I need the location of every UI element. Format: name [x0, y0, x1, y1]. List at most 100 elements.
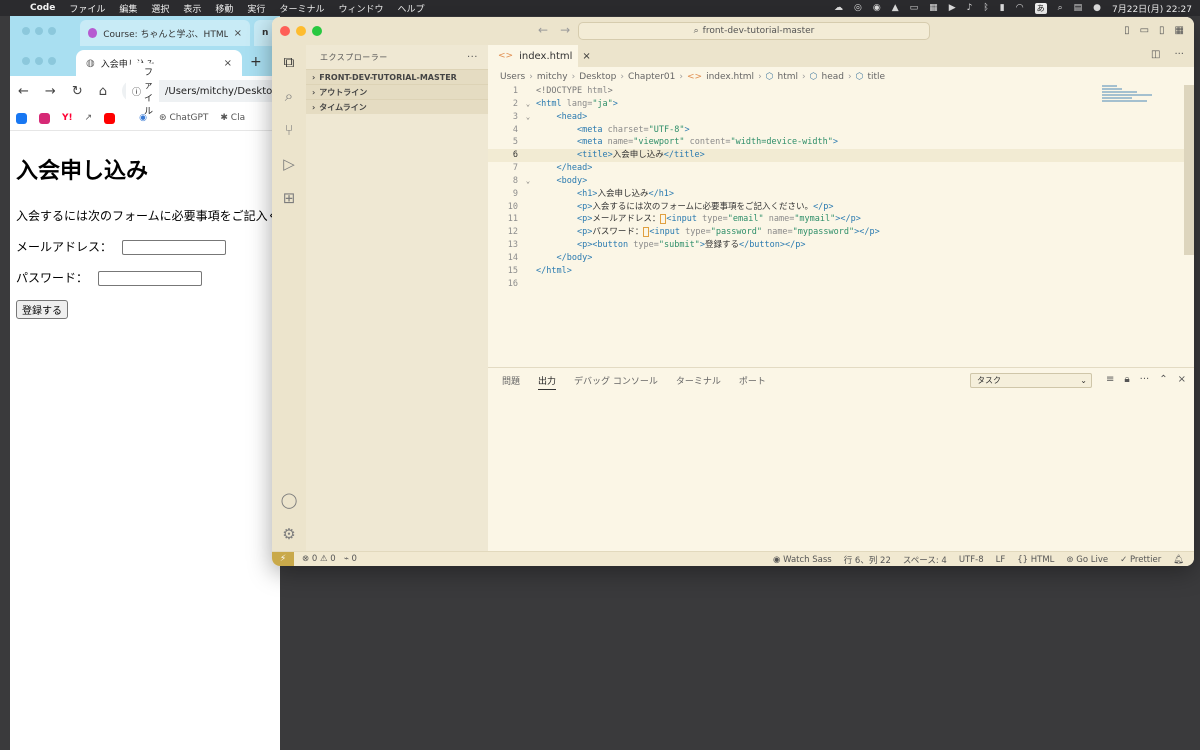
menu-file[interactable]: ファイル — [69, 2, 105, 15]
breadcrumb-item[interactable]: Desktop — [579, 72, 616, 82]
problems-indicator[interactable]: ⊗ 0 ⚠ 0 — [302, 554, 336, 564]
vlc-icon[interactable]: ▲ — [892, 3, 899, 13]
cloud-icon[interactable]: ☁ — [834, 3, 843, 13]
volume-icon[interactable]: ♪ — [967, 3, 973, 13]
go-live-button[interactable]: ⊚ Go Live — [1066, 555, 1108, 565]
search-icon[interactable]: ⌕ — [280, 87, 298, 105]
reload-icon[interactable]: ↻ — [72, 84, 83, 99]
indentation-setting[interactable]: スペース: 4 — [903, 554, 947, 566]
bookmark-claude[interactable]: ✱ Cla — [220, 113, 245, 123]
wifi-icon[interactable]: ◠ — [1016, 3, 1024, 13]
eol-setting[interactable]: LF — [996, 555, 1006, 565]
filter-lines-icon[interactable]: ≡ — [1106, 374, 1114, 385]
menu-edit[interactable]: 編集 — [119, 2, 137, 15]
code-editor[interactable]: 1 <!DOCTYPE html> 2 ⌄ <html lang="ja"> 3 ⌄ <… — [488, 85, 1194, 305]
toggle-panel-icon[interactable]: ▭ — [1140, 25, 1149, 36]
menu-window[interactable]: ウィンドウ — [338, 2, 383, 15]
sidebar-section-workspace[interactable]: › FRONT-DEV-TUTORIAL-MASTER — [306, 69, 488, 84]
back-arrow-icon[interactable]: ← — [18, 84, 29, 99]
notion-bookmark-icon[interactable]: ↗ — [85, 113, 93, 123]
bed-icon[interactable]: ▭ — [910, 3, 919, 13]
close-icon[interactable]: × — [234, 28, 242, 39]
menu-view[interactable]: 表示 — [183, 2, 201, 15]
cursor-position[interactable]: 行 6、列 22 — [844, 554, 891, 566]
control-center-icon[interactable]: ▤ — [1074, 3, 1083, 13]
menu-terminal[interactable]: ターミナル — [279, 2, 324, 15]
prettier-button[interactable]: ✓ Prettier — [1120, 555, 1161, 565]
close-icon[interactable]: × — [582, 51, 590, 62]
address-bar[interactable]: ⓘ ファイル /Users/mitchy/Desktop/Chapter01/i… — [122, 63, 280, 119]
tab-output[interactable]: 出力 — [538, 374, 557, 390]
breadcrumb-item[interactable]: Users — [500, 72, 525, 82]
customize-layout-icon[interactable]: ▦ — [1175, 25, 1184, 36]
sidebar-section-timeline[interactable]: › タイムライン — [306, 99, 488, 114]
breadcrumb-item[interactable]: html — [778, 72, 799, 82]
explorer-icon[interactable]: ⧉ — [280, 53, 298, 71]
fold-chevron-icon[interactable]: ⌄ — [523, 175, 533, 188]
siri-icon[interactable]: ● — [1093, 3, 1101, 13]
run-debug-icon[interactable]: ▷ — [280, 155, 298, 173]
sync-icon[interactable]: ◉ — [873, 3, 881, 13]
split-editor-icon[interactable]: ◫ — [1151, 49, 1160, 60]
yahoo-bookmark-icon[interactable]: Y! — [62, 113, 73, 123]
submit-button[interactable]: 登録する — [16, 300, 68, 319]
instagram-bookmark-icon[interactable] — [39, 112, 50, 124]
close-icon[interactable]: × — [224, 58, 232, 69]
more-actions-icon[interactable]: ··· — [1140, 374, 1150, 385]
facebook-bookmark-icon[interactable] — [16, 112, 27, 124]
home-icon[interactable]: ⌂ — [99, 84, 107, 99]
menu-selection[interactable]: 選択 — [151, 2, 169, 15]
breadcrumb-item[interactable]: title — [867, 72, 885, 82]
close-icon[interactable]: × — [1178, 374, 1186, 385]
watch-sass-button[interactable]: ◉ Watch Sass — [773, 555, 832, 565]
new-tab-button[interactable]: + — [250, 54, 262, 70]
menu-go[interactable]: 移動 — [215, 2, 233, 15]
browser-tab-course[interactable]: Course: ちゃんと学ぶ、HTML/C × — [80, 20, 250, 46]
toggle-sidebar-icon[interactable]: ▯ — [1124, 25, 1130, 36]
tab-problems[interactable]: 問題 — [502, 374, 520, 390]
tab-debug-console[interactable]: デバッグ コンソール — [574, 374, 658, 390]
minimap[interactable] — [1102, 85, 1152, 115]
extensions-icon[interactable]: ⊞ — [280, 189, 298, 207]
more-actions-icon[interactable]: ··· — [1174, 49, 1184, 60]
toggle-secondary-sidebar-icon[interactable]: ▯ — [1159, 25, 1165, 36]
go-forward-icon[interactable]: → — [560, 23, 570, 37]
breadcrumb-item[interactable]: head — [822, 72, 844, 82]
encoding-setting[interactable]: UTF-8 — [959, 555, 984, 565]
battery-icon[interactable]: ▮ — [1000, 3, 1005, 13]
email-input[interactable] — [122, 240, 227, 255]
command-center[interactable]: ⌕ front-dev-tutorial-master — [578, 22, 930, 40]
tab-terminal[interactable]: ターミナル — [676, 374, 721, 390]
minimize-window-button[interactable] — [296, 26, 306, 36]
breadcrumb-item[interactable]: index.html — [706, 72, 754, 82]
remote-indicator-icon[interactable]: ⚡ — [272, 551, 294, 566]
lock-icon[interactable]: 🔒︎ — [1124, 374, 1129, 385]
app-menu-code[interactable]: Code — [30, 3, 55, 13]
play-icon[interactable]: ▶ — [949, 3, 956, 13]
creative-cloud-icon[interactable]: ◎ — [854, 3, 862, 13]
youtube-bookmark-icon[interactable] — [104, 112, 116, 124]
forward-arrow-icon[interactable]: → — [45, 84, 56, 99]
menu-help[interactable]: ヘルプ — [397, 2, 424, 15]
editor-tab-index-html[interactable]: <> index.html × — [488, 45, 591, 67]
wave-bookmark-icon[interactable]: ◉ — [139, 113, 147, 123]
language-mode[interactable]: {} HTML — [1017, 555, 1054, 565]
gear-icon[interactable]: ⚙ — [280, 525, 298, 543]
breadcrumb-item[interactable]: mitchy — [537, 72, 568, 82]
ports-indicator[interactable]: ⌁ 0 — [344, 554, 357, 564]
password-input[interactable] — [98, 271, 203, 286]
output-channel-select[interactable]: タスク ⌄ — [970, 373, 1092, 388]
input-method-indicator[interactable]: あ — [1034, 2, 1047, 14]
chevron-up-icon[interactable]: ⌃ — [1159, 374, 1167, 385]
fold-chevron-icon[interactable]: ⌄ — [523, 98, 533, 111]
zoom-window-button[interactable] — [312, 26, 322, 36]
go-back-icon[interactable]: ← — [538, 23, 548, 37]
account-icon[interactable]: ◯ — [280, 491, 298, 509]
screen-icon[interactable]: ▦ — [929, 3, 938, 13]
bluetooth-icon[interactable]: ᛒ — [983, 3, 988, 13]
menu-run[interactable]: 実行 — [247, 2, 265, 15]
notifications-bell-icon[interactable]: 🔔︎ — [1173, 555, 1184, 565]
more-actions-icon[interactable]: ··· — [467, 52, 478, 63]
tab-ports[interactable]: ポート — [739, 374, 766, 390]
spotlight-search-icon[interactable]: ⌕ — [1058, 3, 1063, 13]
